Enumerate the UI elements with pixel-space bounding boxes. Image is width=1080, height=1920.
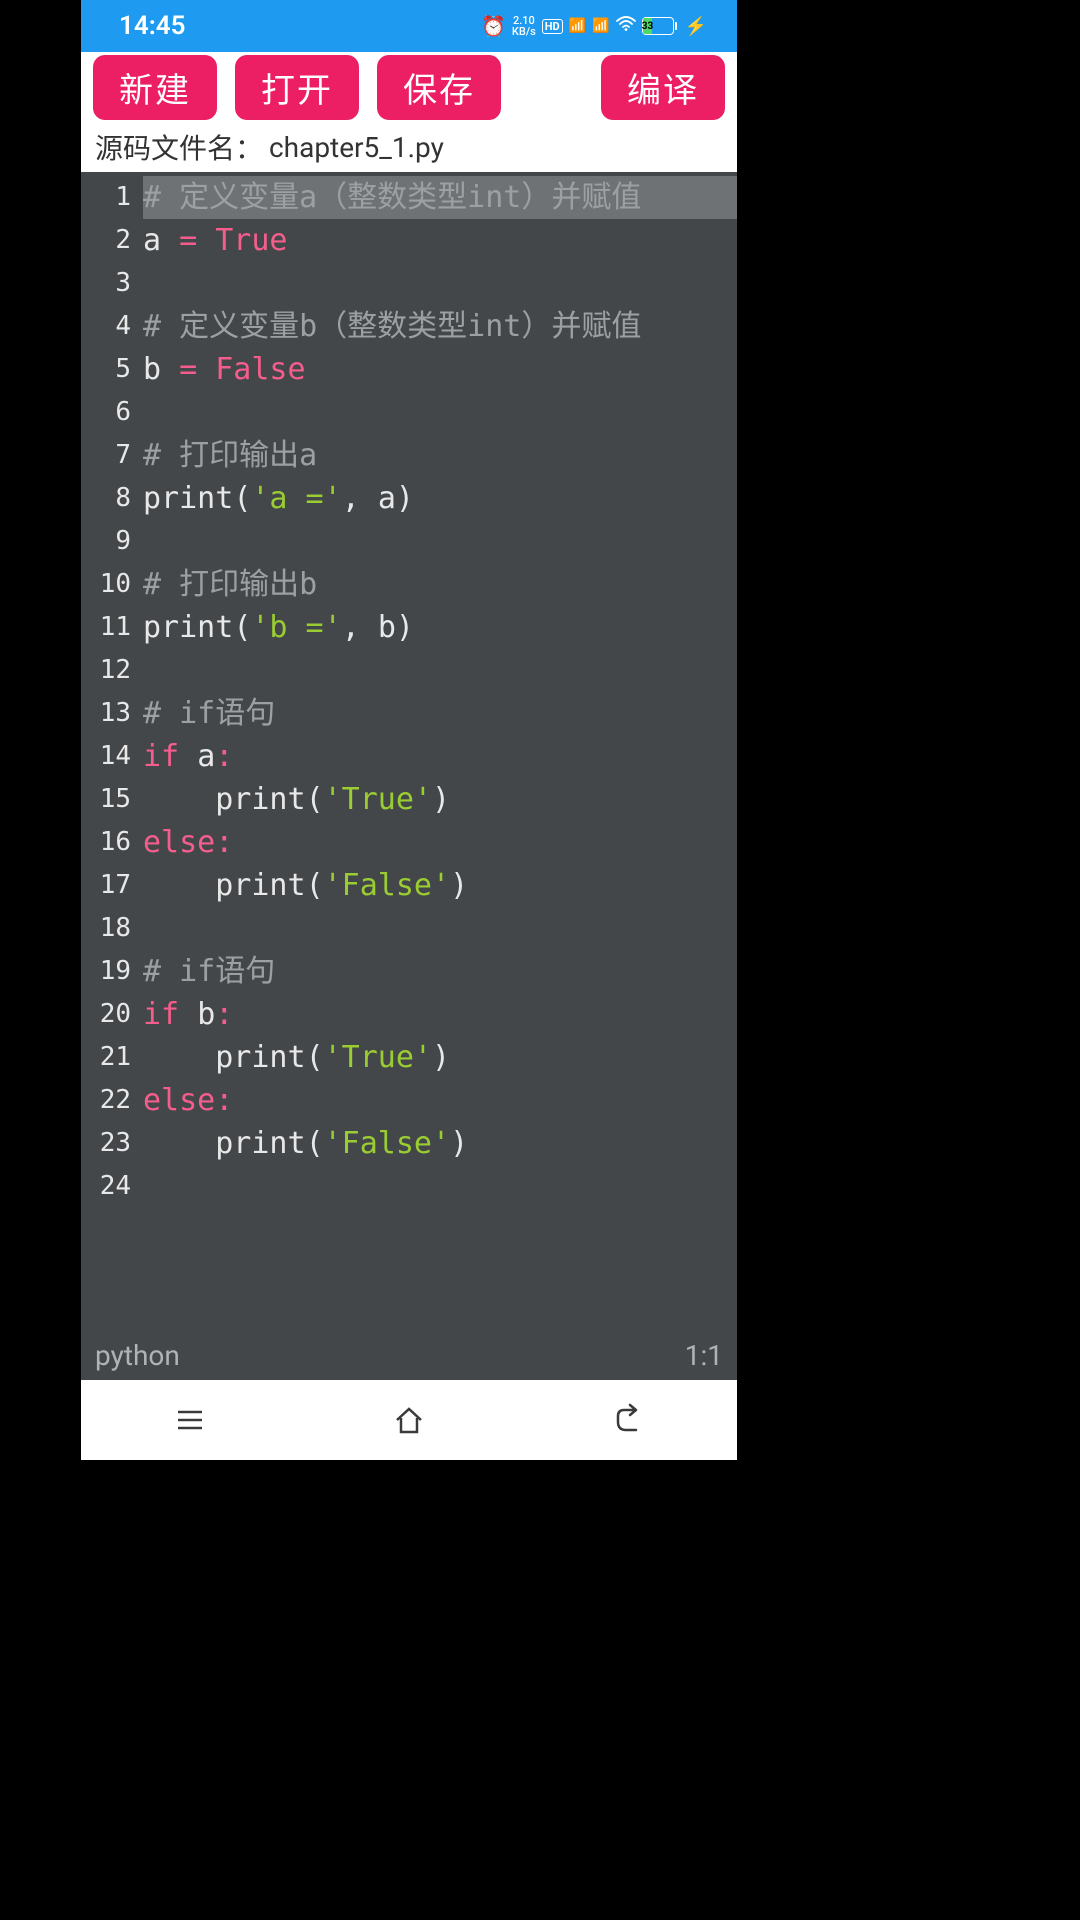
line-number: 2 — [81, 219, 131, 262]
editor-footer: python 1:1 — [81, 1330, 737, 1380]
line-number: 12 — [81, 649, 131, 692]
line-number: 19 — [81, 950, 131, 993]
line-gutter: 123456789101112131415161718192021222324 — [81, 172, 137, 1330]
code-line[interactable]: # 定义变量b（整数类型int）并赋值 — [143, 305, 737, 348]
code-line[interactable]: # if语句 — [143, 692, 737, 735]
code-line[interactable]: else: — [143, 1079, 737, 1122]
code-line[interactable]: else: — [143, 821, 737, 864]
code-line[interactable]: if b: — [143, 993, 737, 1036]
save-button[interactable]: 保存 — [377, 55, 501, 120]
line-number: 1 — [81, 176, 131, 219]
line-number: 5 — [81, 348, 131, 391]
file-name: chapter5_1.py — [269, 131, 444, 164]
language-label: python — [95, 1339, 180, 1372]
code-line[interactable] — [143, 649, 737, 692]
code-line[interactable]: print('True') — [143, 778, 737, 821]
status-time: 14:45 — [119, 11, 186, 41]
line-number: 21 — [81, 1036, 131, 1079]
line-number: 13 — [81, 692, 131, 735]
file-bar: 源码文件名： chapter5_1.py — [81, 122, 737, 172]
signal-4g-icon: 📶 — [569, 18, 586, 34]
cursor-position: 1:1 — [685, 1339, 723, 1372]
line-number: 6 — [81, 391, 131, 434]
file-label: 源码文件名： — [95, 127, 263, 167]
hd-badge: HD — [542, 19, 563, 34]
recent-apps-icon[interactable] — [170, 1400, 210, 1440]
line-number: 10 — [81, 563, 131, 606]
code-line[interactable]: # 打印输出a — [143, 434, 737, 477]
code-line[interactable] — [143, 262, 737, 305]
new-button[interactable]: 新建 — [93, 55, 217, 120]
code-line[interactable]: # if语句 — [143, 950, 737, 993]
charging-icon: ⚡ — [685, 16, 707, 37]
code-line[interactable]: print('False') — [143, 1122, 737, 1165]
line-number: 22 — [81, 1079, 131, 1122]
code-line[interactable]: print('a =', a) — [143, 477, 737, 520]
line-number: 7 — [81, 434, 131, 477]
code-line[interactable]: if a: — [143, 735, 737, 778]
battery-icon: 33 — [642, 17, 677, 35]
line-number: 11 — [81, 606, 131, 649]
home-icon[interactable] — [389, 1400, 429, 1440]
signal-5g-icon: 📶 — [592, 18, 609, 34]
toolbar: 新建 打开 保存 编译 — [81, 52, 737, 122]
line-number: 16 — [81, 821, 131, 864]
nav-bar — [81, 1380, 737, 1460]
code-line[interactable]: b = False — [143, 348, 737, 391]
status-bar: 14:45 ⏰ 2.10 KB/s HD 📶 📶 33 ⚡ — [81, 0, 737, 52]
net-speed: 2.10 KB/s — [512, 15, 536, 37]
code-line[interactable]: print('False') — [143, 864, 737, 907]
code-line[interactable]: # 定义变量a（整数类型int）并赋值 — [143, 176, 737, 219]
status-right: ⏰ 2.10 KB/s HD 📶 📶 33 ⚡ — [481, 14, 707, 38]
code-line[interactable] — [143, 907, 737, 950]
line-number: 14 — [81, 735, 131, 778]
alarm-icon: ⏰ — [481, 14, 506, 38]
back-icon[interactable] — [608, 1400, 648, 1440]
code-line[interactable]: print('True') — [143, 1036, 737, 1079]
line-number: 4 — [81, 305, 131, 348]
code-line[interactable]: a = True — [143, 219, 737, 262]
code-line[interactable]: print('b =', b) — [143, 606, 737, 649]
code-line[interactable] — [143, 391, 737, 434]
line-number: 20 — [81, 993, 131, 1036]
compile-button[interactable]: 编译 — [601, 55, 725, 120]
code-editor[interactable]: 123456789101112131415161718192021222324 … — [81, 172, 737, 1330]
line-number: 15 — [81, 778, 131, 821]
line-number: 24 — [81, 1165, 131, 1208]
line-number: 3 — [81, 262, 131, 305]
code-line[interactable] — [143, 1165, 737, 1208]
wifi-icon — [616, 16, 636, 37]
code-line[interactable] — [143, 520, 737, 563]
code-area[interactable]: # 定义变量a（整数类型int）并赋值a = True # 定义变量b（整数类型i… — [137, 172, 737, 1330]
code-line[interactable]: # 打印输出b — [143, 563, 737, 606]
open-button[interactable]: 打开 — [235, 55, 359, 120]
line-number: 23 — [81, 1122, 131, 1165]
line-number: 9 — [81, 520, 131, 563]
phone-frame: 14:45 ⏰ 2.10 KB/s HD 📶 📶 33 ⚡ 新建 打开 保存 编… — [81, 0, 737, 1460]
line-number: 8 — [81, 477, 131, 520]
line-number: 18 — [81, 907, 131, 950]
line-number: 17 — [81, 864, 131, 907]
